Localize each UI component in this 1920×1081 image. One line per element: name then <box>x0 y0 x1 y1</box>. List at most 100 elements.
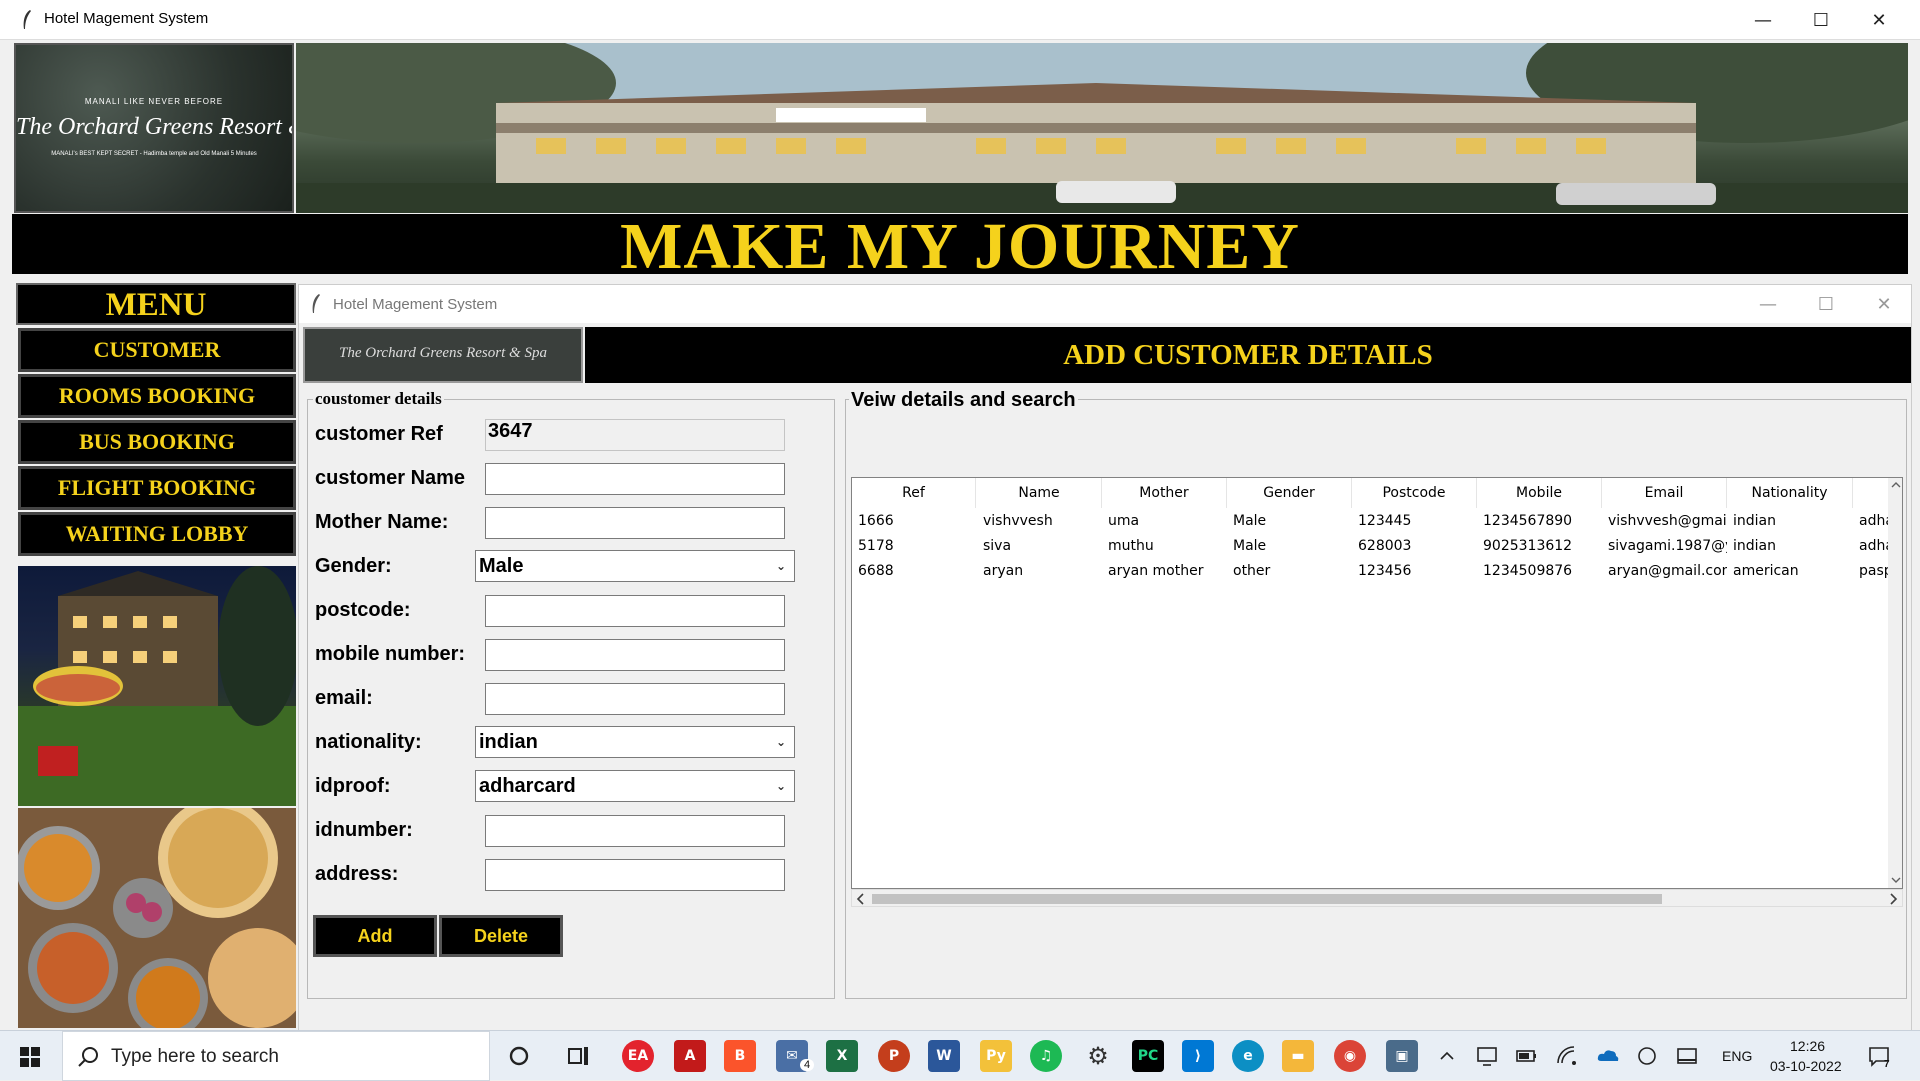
chevron-down-icon[interactable]: ⌄ <box>772 727 790 757</box>
menu-title-text: MENU <box>105 287 207 323</box>
ea-app-icon[interactable]: EA <box>622 1040 654 1072</box>
clock-date[interactable]: 03-10-2022 <box>1770 1058 1842 1074</box>
column-header-email[interactable]: Email <box>1602 478 1727 508</box>
postcode-field[interactable] <box>485 595 785 627</box>
keyboard-icon[interactable] <box>1676 1047 1698 1065</box>
edge-icon[interactable]: e <box>1232 1040 1264 1072</box>
cell-nationality: indian <box>1733 538 1776 554</box>
menu-waiting-lobby-button[interactable]: WAITING LOBBY <box>18 512 296 556</box>
customer-name-field[interactable] <box>485 463 785 495</box>
inner-close-button[interactable]: ✕ <box>1855 285 1913 323</box>
python-file-icon[interactable]: Py <box>980 1040 1012 1072</box>
column-header-mother[interactable]: Mother <box>1102 478 1227 508</box>
onedrive-icon[interactable] <box>1596 1047 1620 1063</box>
battery-icon[interactable] <box>1516 1047 1538 1065</box>
cell-postcode: 123456 <box>1358 563 1412 579</box>
add-customer-title: ADD CUSTOMER DETAILS <box>1063 339 1433 371</box>
inner-logo-name: The Orchard Greens Resort & Spa <box>339 345 547 361</box>
cell-ref: 1666 <box>858 513 894 529</box>
taskbar-search-box[interactable]: Type here to search <box>62 1031 490 1081</box>
powerpoint-icon[interactable]: P <box>878 1040 910 1072</box>
inner-window-title: Hotel Magement System <box>333 296 498 313</box>
table-row[interactable]: 6688 aryan aryan mother other 123456 123… <box>852 559 1892 584</box>
column-header-gender[interactable]: Gender <box>1227 478 1352 508</box>
chevron-down-icon[interactable]: ⌄ <box>772 771 790 801</box>
customer-table[interactable]: Ref Name Mother Gender Postcode Mobile E… <box>851 477 1903 889</box>
scroll-left-icon[interactable] <box>856 893 866 905</box>
clock-time[interactable]: 12:26 <box>1790 1038 1825 1054</box>
logo-tagline: MANALI LIKE NEVER BEFORE <box>84 97 224 106</box>
pycharm-icon[interactable]: PC <box>1132 1040 1164 1072</box>
mail-badge: 4 <box>800 1059 815 1071</box>
idproof-value: adharcard <box>479 775 576 797</box>
menu-flight-booking-button[interactable]: FLIGHT BOOKING <box>18 466 296 510</box>
idnumber-field[interactable] <box>485 815 785 847</box>
cell-postcode: 123445 <box>1358 513 1412 529</box>
scroll-right-icon[interactable] <box>1888 893 1898 905</box>
task-view-icon[interactable] <box>568 1045 590 1067</box>
address-field[interactable] <box>485 859 785 891</box>
windows-start-icon[interactable] <box>20 1047 40 1067</box>
view-details-label: Veiw details and search <box>849 389 1078 412</box>
cortana-icon[interactable] <box>508 1045 530 1067</box>
address-label: address: <box>315 863 399 885</box>
cell-nationality: american <box>1733 563 1799 579</box>
feather-app-icon <box>312 294 320 313</box>
cell-mother: muthu <box>1108 538 1154 554</box>
chrome-icon[interactable]: ◉ <box>1334 1040 1366 1072</box>
column-header-ref[interactable]: Ref <box>852 478 976 508</box>
menu-customer-button[interactable]: CUSTOMER <box>18 328 296 372</box>
delete-button[interactable]: Delete <box>439 915 563 957</box>
inner-maximize-button[interactable]: ☐ <box>1797 285 1855 323</box>
customer-ref-label: customer Ref <box>315 423 443 445</box>
network-cloud-icon[interactable] <box>1636 1045 1658 1067</box>
inner-minimize-button[interactable]: — <box>1739 285 1797 323</box>
maximize-button[interactable]: ☐ <box>1792 0 1850 40</box>
menu-rooms-booking-button[interactable]: ROOMS BOOKING <box>18 374 296 418</box>
vertical-scrollbar[interactable] <box>1888 478 1902 888</box>
column-header-name[interactable]: Name <box>977 478 1102 508</box>
email-field[interactable] <box>485 683 785 715</box>
inner-title-bar: Hotel Magement System — ☐ ✕ <box>299 285 1911 323</box>
close-button[interactable]: ✕ <box>1850 0 1908 40</box>
vscode-icon[interactable]: ⟩ <box>1182 1040 1214 1072</box>
customer-window: Hotel Magement System — ☐ ✕ The Orchard … <box>298 284 1912 1036</box>
file-explorer-icon[interactable]: ▬ <box>1282 1040 1314 1072</box>
brave-browser-icon[interactable]: B <box>724 1040 756 1072</box>
mother-name-field[interactable] <box>485 507 785 539</box>
minimize-button[interactable]: — <box>1734 0 1792 40</box>
table-row[interactable]: 5178 siva muthu Male 628003 9025313612 s… <box>852 534 1892 559</box>
column-header-id[interactable]: Id <box>1853 478 1902 508</box>
windows-taskbar: Type here to search EA A B ✉ 4 X P W Py … <box>0 1030 1920 1081</box>
cell-name: aryan <box>983 563 1024 579</box>
menu-customer-label: CUSTOMER <box>93 337 221 362</box>
nationality-select[interactable]: indian ⌄ <box>475 726 795 758</box>
table-row[interactable]: 1666 vishvvesh uma Male 123445 123456789… <box>852 509 1892 534</box>
scrollbar-thumb[interactable] <box>872 894 1662 904</box>
language-indicator[interactable]: ENG <box>1722 1048 1752 1064</box>
column-header-nationality[interactable]: Nationality <box>1727 478 1853 508</box>
mobile-number-field[interactable] <box>485 639 785 671</box>
customer-ref-field[interactable]: 3647 <box>485 419 785 451</box>
mobile-number-label: mobile number: <box>315 643 466 665</box>
settings-gear-icon[interactable]: ⚙ <box>1082 1040 1114 1072</box>
monitor-icon[interactable] <box>1476 1045 1498 1067</box>
horizontal-scrollbar[interactable] <box>851 889 1903 907</box>
excel-icon[interactable]: X <box>826 1040 858 1072</box>
customer-details-label: coustomer details <box>313 389 444 409</box>
menu-bus-booking-button[interactable]: BUS BOOKING <box>18 420 296 464</box>
idproof-select[interactable]: adharcard ⌄ <box>475 770 795 802</box>
python-app-icon[interactable]: ▣ <box>1386 1040 1418 1072</box>
wifi-icon[interactable] <box>1556 1045 1578 1067</box>
gender-select[interactable]: Male ⌄ <box>475 550 795 582</box>
chevron-up-icon[interactable] <box>1438 1047 1456 1065</box>
logo-name: The Orchard Greens Resort & Spa <box>16 114 292 140</box>
word-icon[interactable]: W <box>928 1040 960 1072</box>
spotify-icon[interactable]: ♫ <box>1030 1040 1062 1072</box>
column-header-postcode[interactable]: Postcode <box>1352 478 1477 508</box>
chevron-down-icon[interactable]: ⌄ <box>772 551 790 581</box>
column-header-mobile[interactable]: Mobile <box>1477 478 1602 508</box>
acrobat-icon[interactable]: A <box>674 1040 706 1072</box>
cell-gender: Male <box>1233 513 1267 529</box>
add-button[interactable]: Add <box>313 915 437 957</box>
